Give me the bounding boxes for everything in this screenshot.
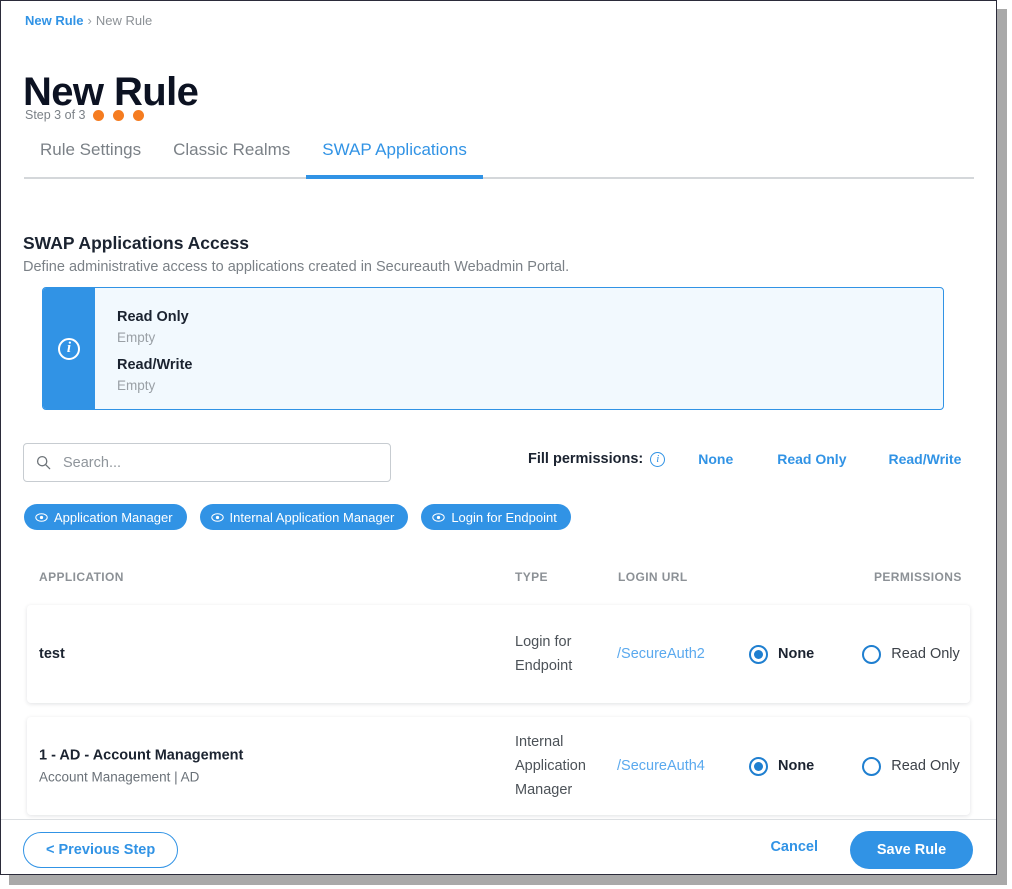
callout-read-only-label: Read Only [117, 307, 192, 328]
login-url-link[interactable]: /SecureAuth4 [617, 756, 727, 776]
radio-icon [749, 645, 768, 664]
step-dot-1 [93, 110, 104, 121]
info-icon[interactable]: i [650, 452, 665, 467]
permission-radio-none[interactable]: None [749, 644, 814, 664]
section-subtitle: Define administrative access to applicat… [23, 258, 569, 277]
permission-label: Read Only [891, 756, 960, 776]
table-row[interactable]: test Login for Endpoint /SecureAuth2 Non… [27, 605, 970, 703]
breadcrumb-current: New Rule [96, 13, 152, 28]
application-cell: test [39, 644, 499, 664]
step-dot-3 [133, 110, 144, 121]
window-shadow-bottom [9, 875, 1007, 885]
filter-tag-login-for-endpoint[interactable]: Login for Endpoint [421, 504, 571, 530]
search-icon [36, 455, 51, 470]
cancel-button[interactable]: Cancel [770, 839, 818, 855]
permission-radio-read-only[interactable]: Read Only [862, 644, 960, 664]
search-input[interactable] [61, 454, 378, 472]
step-dots [93, 110, 144, 121]
tab-list: Rule Settings Classic Realms SWAP Applic… [24, 139, 974, 177]
application-name: 1 - AD - Account Management [39, 746, 499, 766]
fill-permissions-read-only[interactable]: Read Only [777, 451, 846, 467]
step-indicator: Step 3 of 3 [25, 107, 144, 123]
eye-icon [35, 511, 48, 524]
radio-icon [749, 757, 768, 776]
step-dot-2 [113, 110, 124, 121]
tab-swap-applications[interactable]: SWAP Applications [306, 139, 483, 177]
callout-read-only-value: Empty [117, 328, 192, 347]
application-window: New Rule › New Rule New Rule Step 3 of 3 R… [0, 0, 997, 875]
application-cell: 1 - AD - Account Management Account Mana… [39, 746, 499, 787]
callout-read-write-value: Empty [117, 376, 192, 395]
application-subtitle: Account Management | AD [39, 768, 499, 787]
callout-body: Read Only Empty Read/Write Empty [95, 288, 192, 409]
save-rule-button[interactable]: Save Rule [850, 831, 973, 869]
fill-permissions-read-write[interactable]: Read/Write [888, 451, 961, 467]
filter-tag-label: Application Manager [54, 510, 173, 525]
permission-radio-read-only[interactable]: Read Only [862, 756, 960, 776]
radio-icon [862, 757, 881, 776]
page-content: New Rule › New Rule New Rule Step 3 of 3 R… [1, 1, 996, 874]
footer-action-bar: < Previous Step Cancel Save Rule [1, 819, 996, 874]
tab-rule-settings[interactable]: Rule Settings [24, 139, 157, 177]
filter-tag-list: Application Manager Internal Application… [24, 504, 571, 530]
application-type: Login for Endpoint [515, 630, 603, 678]
permission-label: None [778, 756, 814, 776]
fill-permissions-none[interactable]: None [698, 451, 733, 467]
filter-tag-label: Login for Endpoint [451, 510, 557, 525]
eye-icon [211, 511, 224, 524]
section-title: SWAP Applications Access [23, 232, 249, 254]
step-label: Step 3 of 3 [25, 107, 85, 123]
callout-read-write-label: Read/Write [117, 355, 192, 376]
application-type: Internal Application Manager [515, 730, 603, 802]
window-shadow-right [997, 9, 1007, 880]
breadcrumb-separator-icon: › [88, 13, 92, 28]
permission-label: None [778, 644, 814, 664]
permission-radio-none[interactable]: None [749, 756, 814, 776]
eye-icon [432, 511, 445, 524]
application-name: test [39, 644, 499, 664]
callout-accent-bar: i [43, 288, 95, 409]
radio-icon [862, 645, 881, 664]
search-box[interactable] [23, 443, 391, 482]
tab-bar: Rule Settings Classic Realms SWAP Applic… [24, 139, 974, 179]
permissions-cell: None Read Only [749, 644, 960, 664]
permissions-cell: None Read Only [749, 756, 960, 776]
fill-permissions-bar: Fill permissions: i None Read Only Read/… [528, 449, 961, 469]
column-header-type: TYPE [515, 569, 548, 585]
column-header-login-url: LOGIN URL [618, 569, 688, 585]
previous-step-button[interactable]: < Previous Step [23, 832, 178, 868]
filter-tag-label: Internal Application Manager [230, 510, 395, 525]
tab-classic-realms[interactable]: Classic Realms [157, 139, 306, 177]
permissions-summary-callout: i Read Only Empty Read/Write Empty [42, 287, 944, 410]
permission-label: Read Only [891, 644, 960, 664]
column-header-application: APPLICATION [39, 569, 124, 585]
filter-tag-application-manager[interactable]: Application Manager [24, 504, 187, 530]
fill-permissions-label: Fill permissions: [528, 450, 643, 469]
table-header-row: APPLICATION TYPE LOGIN URL PERMISSIONS [1, 567, 996, 589]
column-header-permissions: PERMISSIONS [874, 569, 962, 585]
filter-tag-internal-application-manager[interactable]: Internal Application Manager [200, 504, 409, 530]
breadcrumb: New Rule › New Rule [25, 12, 152, 29]
breadcrumb-link-new-rule[interactable]: New Rule [25, 13, 84, 28]
table-row[interactable]: 1 - AD - Account Management Account Mana… [27, 717, 970, 815]
info-icon: i [58, 338, 80, 360]
application-list: test Login for Endpoint /SecureAuth2 Non… [1, 605, 996, 829]
login-url-link[interactable]: /SecureAuth2 [617, 644, 727, 664]
